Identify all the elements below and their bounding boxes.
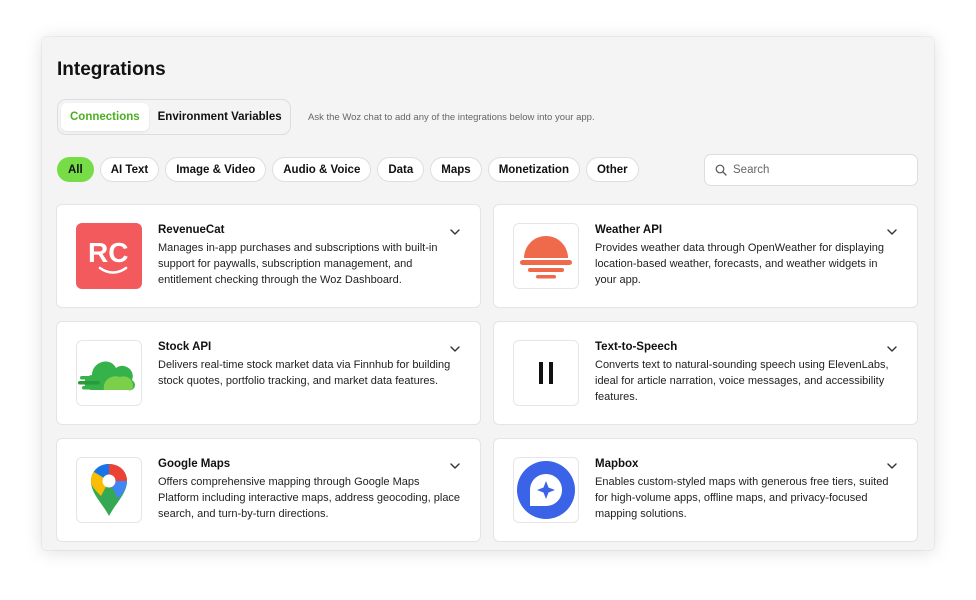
integration-card-mapbox[interactable]: Mapbox Enables custom-styled maps with g… — [493, 438, 918, 542]
chevron-down-icon[interactable] — [448, 459, 462, 473]
revenuecat-logo-text: RC — [88, 237, 128, 268]
filter-audio-voice[interactable]: Audio & Voice — [272, 157, 372, 182]
google-maps-logo-icon — [76, 457, 142, 523]
tab-connections[interactable]: Connections — [61, 103, 149, 131]
filter-maps[interactable]: Maps — [430, 157, 482, 182]
card-title: Google Maps — [158, 458, 231, 470]
card-title: Mapbox — [595, 458, 639, 470]
chevron-down-icon[interactable] — [885, 342, 899, 356]
integration-card-text-to-speech[interactable]: Text-to-Speech Converts text to natural-… — [493, 321, 918, 425]
card-title: Stock API — [158, 341, 212, 353]
filter-all[interactable]: All — [57, 157, 94, 182]
card-title: RevenueCat — [158, 224, 225, 236]
mapbox-logo-icon — [513, 457, 579, 523]
integrations-window: Integrations Connections Environment Var… — [42, 37, 934, 550]
card-description: Provides weather data through OpenWeathe… — [595, 242, 885, 286]
card-description: Enables custom-styled maps with generous… — [595, 476, 889, 520]
integrations-grid: RC RevenueCat Manages in-app purchases a… — [56, 204, 918, 542]
tab-environment-variables[interactable]: Environment Variables — [149, 103, 291, 131]
openweather-logo-icon — [513, 223, 579, 289]
integration-card-stock-api[interactable]: Stock API Delivers real-time stock marke… — [56, 321, 481, 425]
view-tabs: Connections Environment Variables — [57, 99, 291, 135]
chevron-down-icon[interactable] — [885, 225, 899, 239]
search-icon — [715, 164, 727, 176]
elevenlabs-logo-icon — [513, 340, 579, 406]
card-title: Text-to-Speech — [595, 341, 678, 353]
integration-card-weather-api[interactable]: Weather API Provides weather data throug… — [493, 204, 918, 308]
card-title: Weather API — [595, 224, 663, 236]
card-description: Converts text to natural-sounding speech… — [595, 359, 889, 403]
filter-other[interactable]: Other — [585, 157, 639, 182]
integrations-hint: Ask the Woz chat to add any of the integ… — [308, 112, 595, 123]
card-description: Manages in-app purchases and subscriptio… — [158, 242, 438, 286]
search-input[interactable] — [733, 164, 903, 176]
integration-card-revenuecat[interactable]: RC RevenueCat Manages in-app purchases a… — [56, 204, 481, 308]
category-filters: All AI Text Image & Video Audio & Voice … — [57, 157, 639, 182]
filter-image-video[interactable]: Image & Video — [165, 157, 267, 182]
revenuecat-logo-icon: RC — [76, 223, 142, 289]
filter-data[interactable]: Data — [377, 157, 425, 182]
card-description: Delivers real-time stock market data via… — [158, 359, 451, 387]
filter-monetization[interactable]: Monetization — [487, 157, 580, 182]
chevron-down-icon[interactable] — [448, 225, 462, 239]
integration-card-google-maps[interactable]: Google Maps Offers comprehensive mapping… — [56, 438, 481, 542]
chevron-down-icon[interactable] — [448, 342, 462, 356]
chevron-down-icon[interactable] — [885, 459, 899, 473]
page-title: Integrations — [57, 59, 166, 80]
search-box[interactable] — [704, 154, 918, 186]
filter-ai-text[interactable]: AI Text — [99, 157, 160, 182]
finnhub-logo-icon — [76, 340, 142, 406]
card-description: Offers comprehensive mapping through Goo… — [158, 476, 461, 520]
